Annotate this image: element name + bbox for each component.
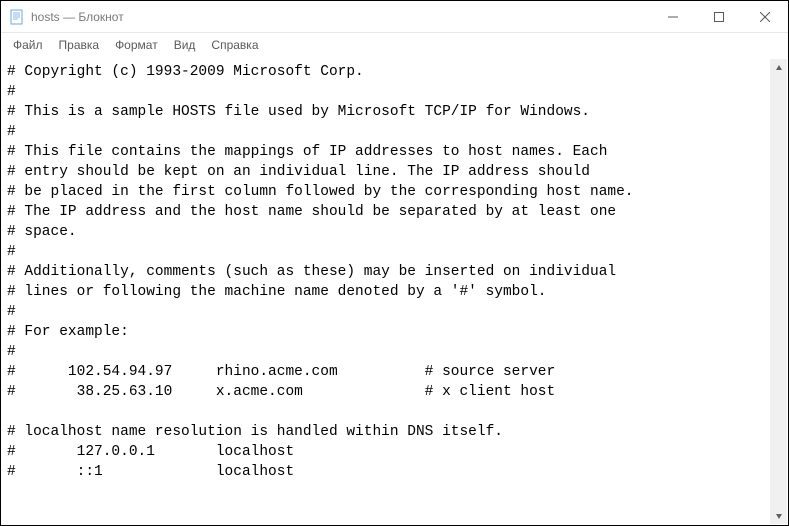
menu-view[interactable]: Вид	[166, 35, 204, 55]
window-title: hosts — Блокнот	[31, 10, 650, 24]
maximize-button[interactable]	[696, 1, 742, 32]
close-button[interactable]	[742, 1, 788, 32]
minimize-button[interactable]	[650, 1, 696, 32]
notepad-icon	[9, 9, 25, 25]
scroll-up-icon[interactable]	[770, 59, 787, 76]
scroll-down-icon[interactable]	[770, 507, 787, 524]
titlebar: hosts — Блокнот	[1, 1, 788, 33]
menubar: Файл Правка Формат Вид Справка	[1, 33, 788, 60]
vertical-scrollbar[interactable]	[770, 59, 787, 524]
menu-edit[interactable]: Правка	[51, 35, 108, 55]
text-editor-area[interactable]: # Copyright (c) 1993-2009 Microsoft Corp…	[1, 60, 788, 526]
menu-file[interactable]: Файл	[5, 35, 51, 55]
window-controls	[650, 1, 788, 32]
menu-help[interactable]: Справка	[203, 35, 266, 55]
menu-format[interactable]: Формат	[107, 35, 166, 55]
